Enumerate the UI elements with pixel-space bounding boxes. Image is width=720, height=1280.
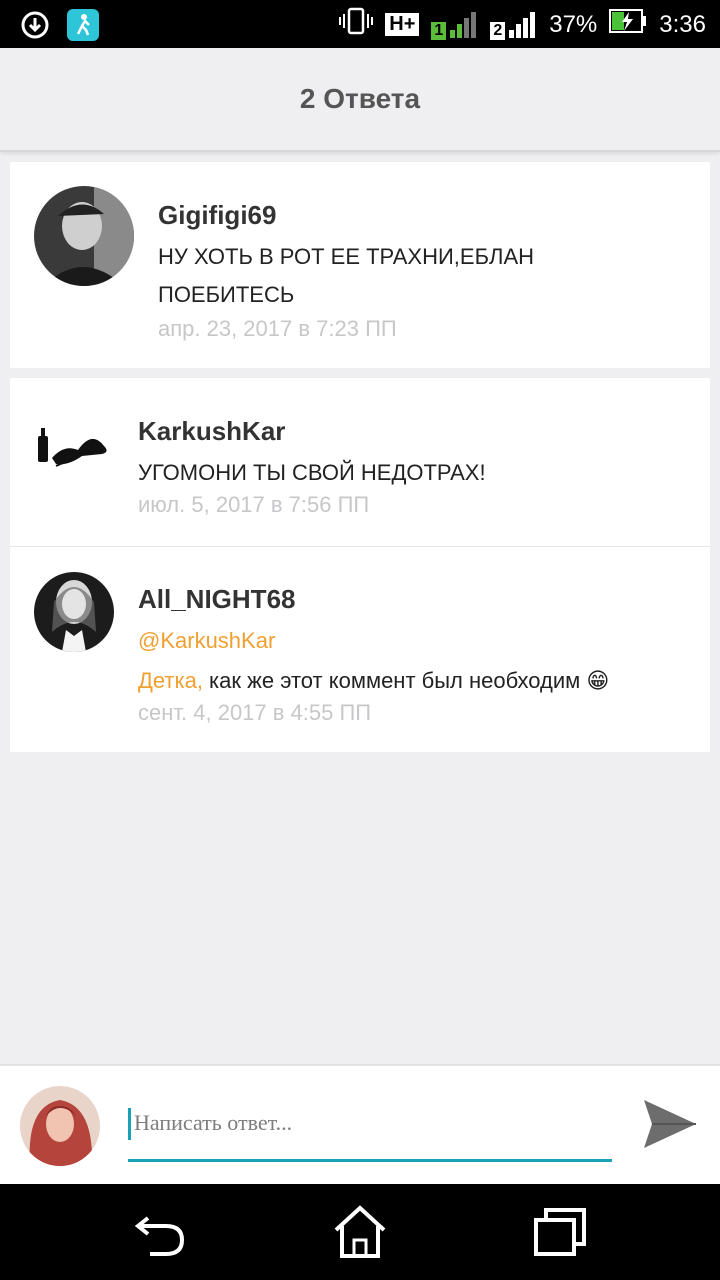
download-icon bbox=[18, 8, 52, 42]
signal-sim1-icon: 1 bbox=[431, 10, 478, 40]
current-user-avatar bbox=[20, 1086, 100, 1166]
reply-date: сент. 4, 2017 в 4:55 ПП bbox=[138, 700, 372, 725]
reply-text: Детка, как же этот коммент был необходим… bbox=[138, 662, 698, 700]
network-type-badge: H+ bbox=[385, 13, 420, 36]
reply-input-placeholder: Написать ответ... bbox=[134, 1110, 293, 1135]
back-button[interactable] bbox=[130, 1202, 190, 1262]
comment-username[interactable]: Gigifigi69 bbox=[158, 200, 276, 231]
parent-comment-card: Gigifigi69 НУ ХОТЬ В РОТ ЕЕ ТРАХНИ,ЕБЛАН… bbox=[10, 162, 710, 368]
reply-username[interactable]: KarkushKar bbox=[138, 416, 285, 447]
battery-percent: 37% bbox=[549, 10, 598, 38]
user-avatar[interactable] bbox=[34, 186, 134, 286]
battery-charging-icon bbox=[609, 8, 647, 41]
home-icon bbox=[334, 1205, 386, 1258]
text-cursor bbox=[128, 1108, 131, 1140]
reply-composer: Написать ответ... bbox=[0, 1064, 720, 1184]
reply-text-highlight: Детка, bbox=[138, 668, 203, 693]
vibrate-icon bbox=[339, 6, 374, 43]
reply-date: июл. 5, 2017 в 7:56 ПП bbox=[138, 492, 370, 517]
reply-divider bbox=[10, 546, 710, 547]
sim1-label: 1 bbox=[431, 21, 447, 40]
reply-text: УГОМОНИ ТЫ СВОЙ НЕДОТРАХ! bbox=[138, 460, 486, 485]
user-avatar[interactable] bbox=[34, 572, 114, 652]
status-bar: H+ 1 2 37% 3:36 bbox=[0, 0, 720, 48]
recent-apps-button[interactable] bbox=[530, 1202, 590, 1262]
fitness-app-icon bbox=[66, 8, 100, 42]
page-title: 2 Ответа bbox=[299, 83, 421, 114]
recent-apps-icon bbox=[534, 1208, 586, 1256]
reply-text-body: как же этот коммент был необходим 😁 bbox=[202, 668, 610, 693]
clock: 3:36 bbox=[659, 10, 706, 38]
signal-sim2-icon: 2 bbox=[490, 10, 537, 40]
comment-text-line: НУ ХОТЬ В РОТ ЕЕ ТРАХНИ,ЕБЛАН bbox=[158, 244, 535, 269]
sim2-label: 2 bbox=[490, 21, 506, 40]
comment-text-line: ПОЕБИТЕСЬ bbox=[158, 282, 295, 307]
comment-date: апр. 23, 2017 в 7:23 ПП bbox=[158, 316, 397, 341]
header: 2 Ответа bbox=[0, 48, 720, 152]
send-icon bbox=[644, 1100, 696, 1148]
user-avatar[interactable] bbox=[34, 408, 114, 488]
reply-username[interactable]: All_NIGHT68 bbox=[138, 584, 296, 615]
system-nav-bar bbox=[0, 1184, 720, 1280]
replies-card: KarkushKar УГОМОНИ ТЫ СВОЙ НЕДОТРАХ! июл… bbox=[10, 378, 710, 752]
back-icon bbox=[134, 1216, 185, 1256]
send-button[interactable] bbox=[640, 1096, 700, 1152]
reply-input[interactable]: Написать ответ... bbox=[128, 1104, 612, 1162]
home-button[interactable] bbox=[330, 1202, 390, 1262]
comment-text: НУ ХОТЬ В РОТ ЕЕ ТРАХНИ,ЕБЛАН ПОЕБИТЕСЬ bbox=[158, 238, 678, 314]
reply-mention-link[interactable]: @KarkushKar bbox=[138, 622, 658, 660]
